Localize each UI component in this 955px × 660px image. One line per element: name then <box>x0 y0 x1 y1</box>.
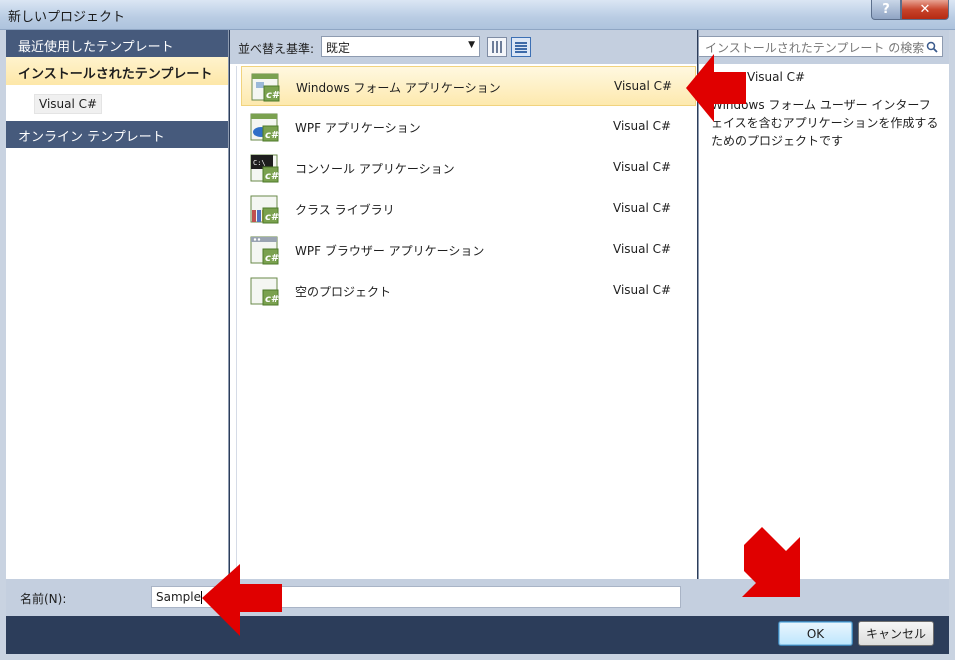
class-library-icon: c# <box>250 195 279 224</box>
template-name: WPF アプリケーション <box>295 121 421 135</box>
template-language: Visual C# <box>613 283 672 297</box>
search-input[interactable]: インストールされたテンプレート の検索 <box>698 36 943 57</box>
template-name: WPF ブラウザー アプリケーション <box>295 244 485 258</box>
template-name: クラス ライブラリ <box>295 203 395 217</box>
window-title: 新しいプロジェクト <box>8 10 126 25</box>
close-button[interactable]: ✕ <box>901 0 949 20</box>
medium-icons-view-button[interactable] <box>487 37 507 57</box>
winforms-icon: c# <box>251 73 280 102</box>
template-panel: 並べ替え基準: 既定 ▼ c# Windows フォーム アプリケーション Visu… <box>230 30 697 579</box>
sidebar-item-visual-csharp[interactable]: Visual C# <box>6 85 228 121</box>
details-panel: インストールされたテンプレート の検索 Visual C# Windows フォ… <box>698 30 949 579</box>
template-categories: 最近使用したテンプレート インストールされたテンプレート Visual C# オ… <box>6 30 229 579</box>
svg-text:C:\: C:\ <box>253 159 266 167</box>
svg-text:c#: c# <box>265 294 279 305</box>
template-row[interactable]: c# WPF ブラウザー アプリケーション Visual C# <box>241 230 696 270</box>
template-list: c# Windows フォーム アプリケーション Visual C# c# WPF アプ… <box>236 66 697 579</box>
empty-project-icon: c# <box>250 277 279 306</box>
online-templates-header[interactable]: オンライン テンプレート <box>6 121 228 148</box>
template-row[interactable]: c# クラス ライブラリ Visual C# <box>241 189 696 229</box>
console-icon: C:\ c# <box>250 154 279 183</box>
template-row[interactable]: c# Windows フォーム アプリケーション Visual C# <box>241 66 696 106</box>
template-description: Windows フォーム ユーザー インターフェイスを含むアプリケーションを作成… <box>711 98 939 148</box>
template-row[interactable]: C:\ c# コンソール アプリケーション Visual C# <box>241 148 696 188</box>
svg-text:c#: c# <box>266 90 280 101</box>
template-type: Visual C# <box>747 70 806 84</box>
template-row[interactable]: c# WPF アプリケーション Visual C# <box>241 107 696 147</box>
recent-templates-header[interactable]: 最近使用したテンプレート <box>6 30 228 57</box>
text-caret <box>201 591 202 604</box>
template-language: Visual C# <box>613 242 672 256</box>
template-name: 空のプロジェクト <box>295 285 392 299</box>
sort-label: 並べ替え基準: <box>238 42 315 56</box>
search-icon[interactable] <box>926 41 938 53</box>
template-name: Windows フォーム アプリケーション <box>296 81 501 95</box>
sort-value: 既定 <box>326 41 351 55</box>
project-name-input[interactable]: Sample <box>151 586 681 608</box>
details-view-button[interactable] <box>511 37 531 57</box>
title-bar: 新しいプロジェクト ? ✕ <box>0 0 955 30</box>
template-language: Visual C# <box>613 160 672 174</box>
chevron-down-icon: ▼ <box>468 40 475 50</box>
template-row[interactable]: c# 空のプロジェクト Visual C# <box>241 271 696 311</box>
close-icon: ✕ <box>919 2 931 17</box>
svg-text:c#: c# <box>265 253 279 264</box>
search-placeholder: インストールされたテンプレート の検索 <box>705 41 925 55</box>
project-name-value: Sample <box>156 590 201 604</box>
sort-dropdown[interactable]: 既定 ▼ <box>321 36 480 57</box>
columns-icon <box>492 41 502 53</box>
help-button[interactable]: ? <box>871 0 901 20</box>
svg-text:c#: c# <box>265 130 279 141</box>
name-label: 名前(N): <box>20 592 67 606</box>
svg-text:c#: c# <box>265 212 279 223</box>
ok-button[interactable]: OK <box>778 621 853 646</box>
sort-toolbar: 並べ替え基準: 既定 ▼ <box>230 30 697 64</box>
svg-text:c#: c# <box>265 171 279 182</box>
cancel-button[interactable]: キャンセル <box>858 621 934 646</box>
sidebar-item-label: Visual C# <box>34 94 103 114</box>
name-row: 名前(N): Sample <box>6 579 949 616</box>
template-name: コンソール アプリケーション <box>295 162 455 176</box>
search-area: インストールされたテンプレート の検索 <box>698 30 949 64</box>
wpf-browser-icon: c# <box>250 236 279 265</box>
list-icon <box>515 41 527 53</box>
installed-templates-header[interactable]: インストールされたテンプレート <box>6 57 228 85</box>
template-language: Visual C# <box>614 79 673 93</box>
wpf-icon: c# <box>250 113 279 142</box>
help-icon: ? <box>882 2 890 17</box>
template-language: Visual C# <box>613 201 672 215</box>
template-language: Visual C# <box>613 119 672 133</box>
